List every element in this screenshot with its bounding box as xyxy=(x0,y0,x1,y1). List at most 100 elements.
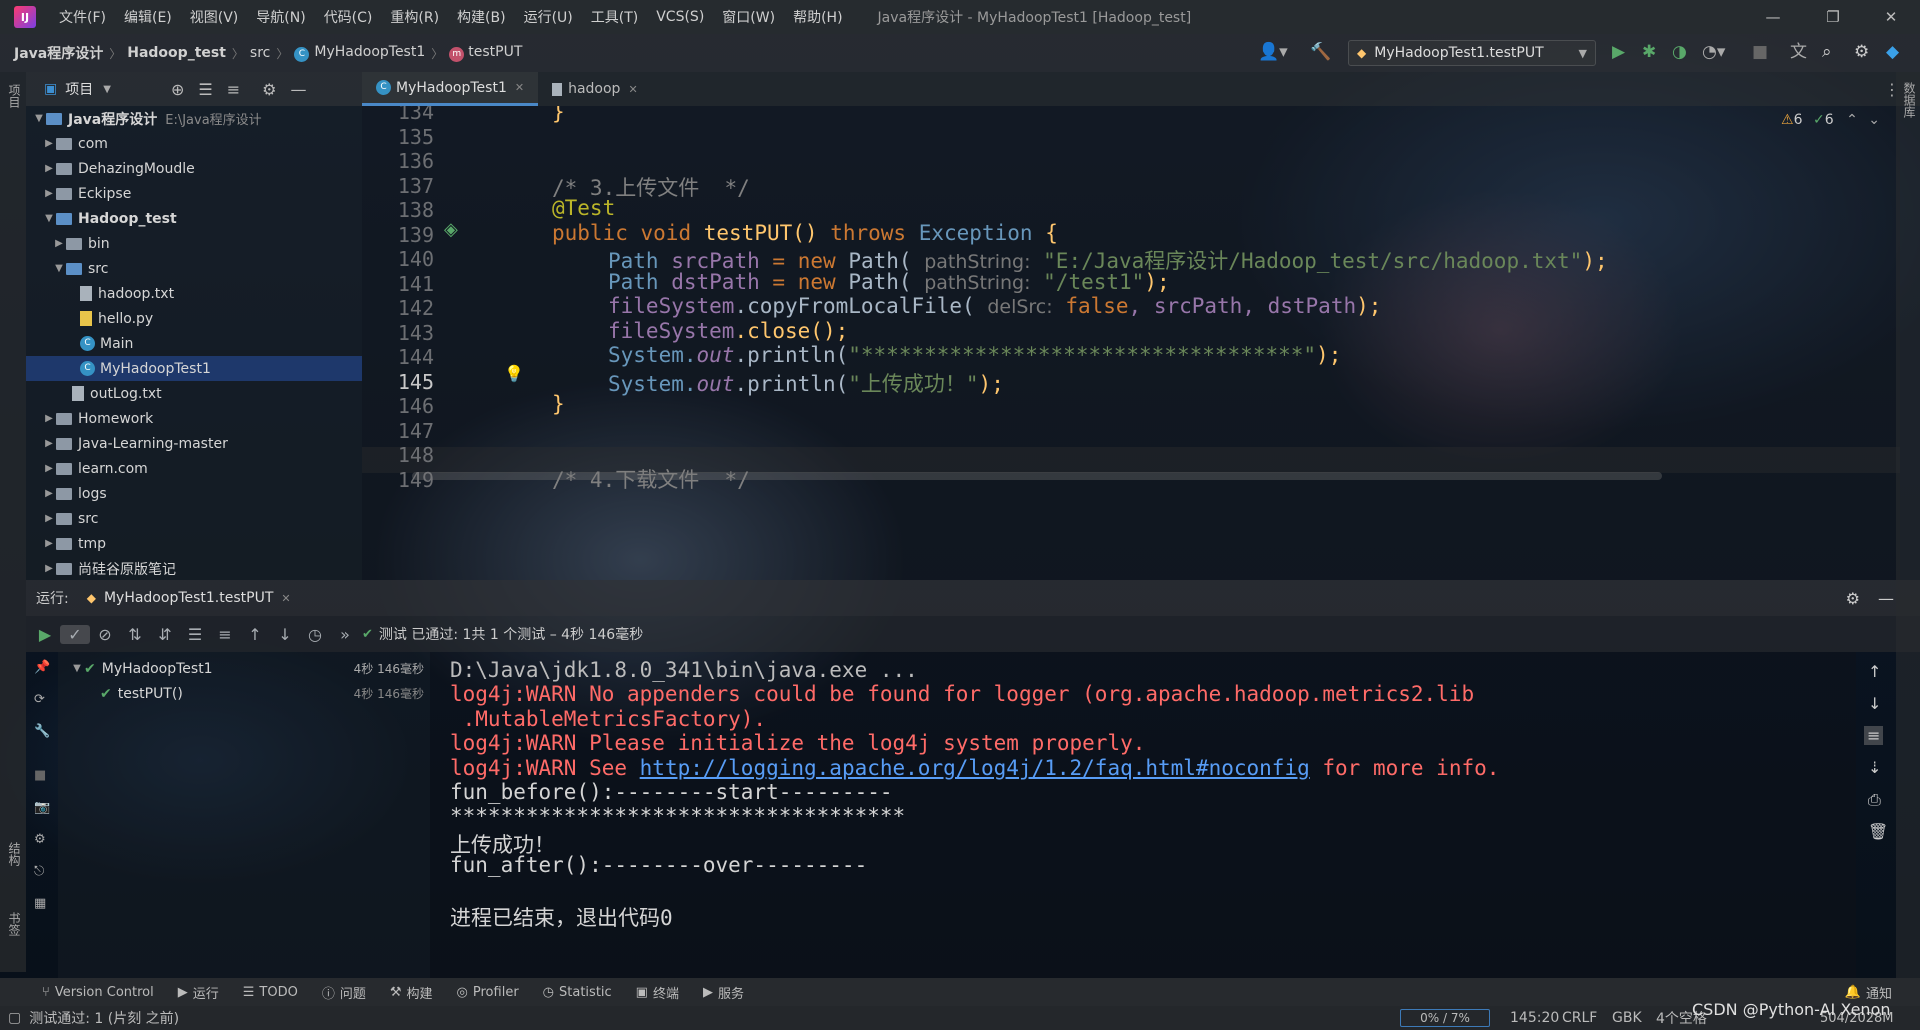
prev-failed-icon[interactable]: ↑ xyxy=(240,625,270,644)
tree-item-dehazing[interactable]: ▶ DehazingMoudle xyxy=(42,156,195,181)
gear-icon[interactable]: ⚙ xyxy=(1854,42,1869,62)
expand-all-icon[interactable]: ☰ xyxy=(180,625,210,644)
next-problem-icon[interactable]: ⌄ xyxy=(1868,112,1880,128)
tab-terminal[interactable]: ▣ 终端 xyxy=(624,983,691,1002)
tab-problems[interactable]: ⓘ 问题 xyxy=(310,983,378,1002)
test-suite-row[interactable]: ▼ ✔ MyHadoopTest1 4秒 146毫秒 xyxy=(70,656,430,681)
camera-icon[interactable]: 📷 xyxy=(34,800,50,815)
chevron-right-icon[interactable]: ▶ xyxy=(42,188,56,199)
menu-refactor[interactable]: 重构(R) xyxy=(381,7,448,27)
menu-navigate[interactable]: 导航(N) xyxy=(247,7,314,27)
tab-statistic[interactable]: ◷ Statistic xyxy=(531,985,624,1000)
collapse-all-icon[interactable]: ≡ xyxy=(227,80,240,99)
translate-icon[interactable]: 文 xyxy=(1790,42,1807,62)
menu-run[interactable]: 运行(U) xyxy=(515,7,582,27)
close-tab-icon[interactable]: ✕ xyxy=(281,592,290,605)
tree-item-logs[interactable]: ▶ logs xyxy=(42,481,107,506)
chevron-right-icon[interactable]: ▶ xyxy=(52,238,66,249)
horizontal-scrollbar[interactable] xyxy=(412,472,1662,480)
tree-item-learn-com[interactable]: ▶ learn.com xyxy=(42,456,148,481)
tab-profiler[interactable]: ◎ Profiler xyxy=(445,985,531,1000)
restore-icon[interactable]: ❐ xyxy=(1810,0,1856,34)
tab-hadoop[interactable]: hadoop ✕ xyxy=(538,72,652,106)
close-tab-icon[interactable]: ✕ xyxy=(515,81,524,94)
chevron-right-icon[interactable]: ▶ xyxy=(42,438,56,449)
breadcrumb-class[interactable]: C MyHadoopTest1 xyxy=(288,44,431,62)
status-toggle-icon[interactable]: ▢ xyxy=(8,1010,21,1026)
chevron-right-icon[interactable]: ▶ xyxy=(42,413,56,424)
tree-item-hadoop-txt[interactable]: hadoop.txt xyxy=(80,281,174,306)
stop-icon[interactable]: ■ xyxy=(34,768,46,783)
scroll-down-icon[interactable]: ↓ xyxy=(1868,694,1881,713)
build-hammer-icon[interactable]: 🔨 xyxy=(1310,42,1331,62)
tab-build[interactable]: ⚒ 构建 xyxy=(378,983,445,1002)
run-test-gutter-icon[interactable]: ◈ xyxy=(444,219,458,240)
sort-duration-icon[interactable]: ⇵ xyxy=(150,625,180,644)
structure-tool-tab[interactable]: 结构 xyxy=(6,842,23,866)
console-link[interactable]: http://logging.apache.org/log4j/1.2/faq.… xyxy=(640,756,1310,780)
chevron-right-icon[interactable]: ▶ xyxy=(42,563,56,574)
scroll-end-icon[interactable]: ⇣ xyxy=(1868,758,1881,777)
soft-wrap-icon[interactable]: ≡ xyxy=(1864,726,1884,745)
breadcrumb-src[interactable]: src xyxy=(244,45,276,61)
test-case-row[interactable]: ✔ testPUT() 4秒 146毫秒 xyxy=(100,681,430,706)
code-editor[interactable]: ⚠6 ✓6 ⌃ ⌄ 133 134 135 136 137 138 139 14… xyxy=(362,106,1900,580)
tree-item-com[interactable]: ▶ com xyxy=(42,131,108,156)
git-progress[interactable]: 0% / 7% xyxy=(1400,1009,1490,1027)
search-icon[interactable]: ⌕ xyxy=(1822,42,1832,62)
tree-item-hadoop-test[interactable]: ▼ Hadoop_test xyxy=(42,206,177,231)
chevron-down-icon[interactable]: ▼ xyxy=(52,263,66,274)
debug-icon[interactable]: ✱ xyxy=(1642,42,1656,62)
database-tool-tab[interactable]: 数据库 xyxy=(1901,82,1918,118)
menu-tools[interactable]: 工具(T) xyxy=(582,7,647,27)
menu-vcs[interactable]: VCS(S) xyxy=(647,9,713,25)
notifications-button[interactable]: 🔔 通知 xyxy=(1833,983,1904,1002)
tree-item-src-root[interactable]: ▶ src xyxy=(42,506,98,531)
tab-version-control[interactable]: ⑂ Version Control xyxy=(30,985,166,1000)
locate-icon[interactable]: ⊕ xyxy=(171,80,184,99)
chevron-right-icon[interactable]: ▶ xyxy=(42,463,56,474)
bookmarks-tool-tab[interactable]: 书签 xyxy=(6,912,23,936)
menu-edit[interactable]: 编辑(E) xyxy=(115,7,181,27)
tree-item-main[interactable]: C Main xyxy=(80,331,133,356)
hide-panel-icon[interactable]: — xyxy=(1878,589,1894,608)
minimize-icon[interactable]: — xyxy=(1750,0,1796,34)
chevron-down-icon[interactable]: ▼ xyxy=(32,113,46,124)
gear-icon[interactable]: ⚙ xyxy=(1846,589,1860,608)
tree-item-java-learning[interactable]: ▶ Java-Learning-master xyxy=(42,431,228,456)
chevron-down-icon[interactable]: ▼ xyxy=(70,663,84,674)
chevron-right-icon[interactable]: ▶ xyxy=(42,488,56,499)
tree-item-eckipse[interactable]: ▶ Eckipse xyxy=(42,181,131,206)
menu-build[interactable]: 构建(B) xyxy=(448,7,515,27)
close-tab-icon[interactable]: ✕ xyxy=(628,83,637,96)
project-panel-title[interactable]: 项目 xyxy=(65,79,93,99)
hide-icon[interactable]: — xyxy=(290,80,306,99)
lightbulb-icon[interactable]: 💡 xyxy=(504,364,524,383)
project-tool-tab[interactable]: 项目 xyxy=(6,84,23,108)
file-encoding[interactable]: GBK xyxy=(1612,1010,1642,1026)
chevron-down-icon[interactable]: ▼ xyxy=(42,213,56,224)
menu-file[interactable]: 文件(F) xyxy=(50,7,115,27)
run-tab-label[interactable]: MyHadoopTest1.testPUT xyxy=(104,590,273,606)
next-failed-icon[interactable]: ↓ xyxy=(270,625,300,644)
menu-view[interactable]: 视图(V) xyxy=(181,7,248,27)
user-icon[interactable]: 👤▾ xyxy=(1258,42,1288,62)
close-icon[interactable]: ✕ xyxy=(1868,0,1914,34)
tab-myhadooptest1[interactable]: C MyHadoopTest1 ✕ xyxy=(362,72,539,106)
line-separator[interactable]: CRLF xyxy=(1562,1010,1597,1026)
breadcrumb-project[interactable]: Java程序设计 xyxy=(8,43,109,63)
tab-services[interactable]: ▶ 服务 xyxy=(691,983,756,1002)
tree-item-bin[interactable]: ▶ bin xyxy=(52,231,110,256)
expand-all-icon[interactable]: ☰ xyxy=(198,80,212,99)
inspection-widget[interactable]: ⚠6 ✓6 ⌃ ⌄ xyxy=(1781,112,1880,128)
show-passed-icon[interactable]: ✓ xyxy=(60,624,90,644)
menu-code[interactable]: 代码(C) xyxy=(315,7,382,27)
tab-todo[interactable]: ☰ TODO xyxy=(231,985,310,1000)
tree-root[interactable]: ▼ Java程序设计 E:\Java程序设计 xyxy=(32,106,262,131)
chevron-right-icon[interactable]: ▶ xyxy=(42,538,56,549)
stop-icon[interactable]: ■ xyxy=(1752,42,1768,62)
coverage-icon[interactable]: ◑ xyxy=(1672,42,1687,62)
prev-problem-icon[interactable]: ⌃ xyxy=(1846,112,1858,128)
settings-icon[interactable]: ⚙ xyxy=(34,832,46,847)
profile-icon[interactable]: ◔▾ xyxy=(1702,42,1725,62)
